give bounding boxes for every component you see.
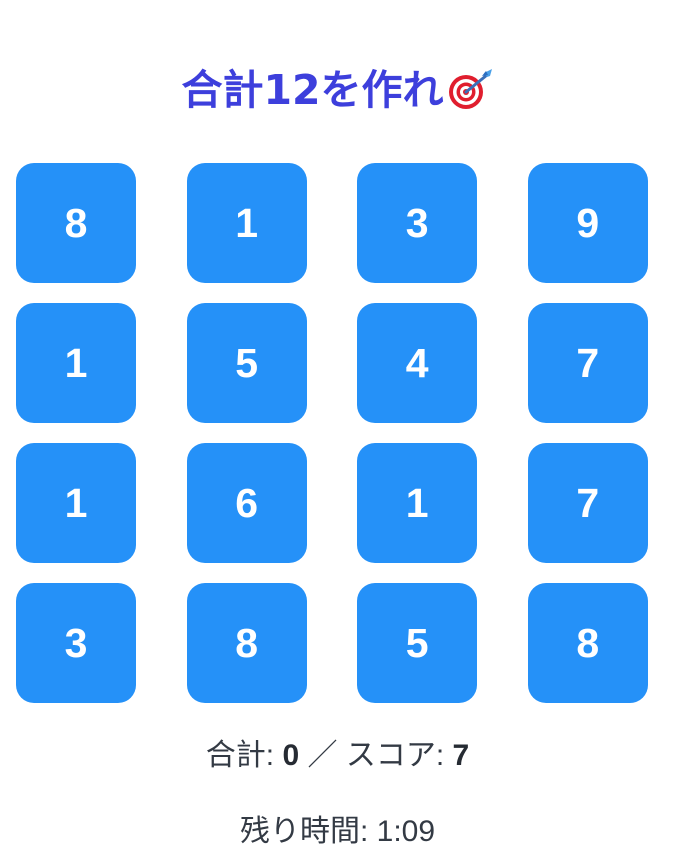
number-tile[interactable]: 1 <box>357 443 478 563</box>
game-title-text: 合計12を作れ <box>181 66 444 114</box>
score-status: 合計: 0 ／ スコア: 7 <box>0 730 675 774</box>
score-label: スコア: <box>345 739 453 772</box>
number-tile[interactable]: 7 <box>527 443 648 563</box>
number-tile[interactable]: 1 <box>16 443 136 563</box>
game-title: 合計12を作れ <box>0 56 675 116</box>
number-tile[interactable]: 4 <box>357 303 478 423</box>
time-remaining: 残り時間: 1:09 <box>0 806 675 850</box>
number-tile[interactable]: 5 <box>186 303 307 423</box>
status-separator: ／ <box>299 739 346 772</box>
sum-label: 合計: <box>205 739 283 772</box>
timer-value: 1:09 <box>376 815 436 848</box>
number-tile[interactable]: 7 <box>527 303 648 423</box>
direct-hit-target-icon <box>448 69 492 109</box>
number-tile[interactable]: 5 <box>357 583 478 703</box>
number-grid: 8 1 3 9 1 5 4 7 1 6 1 7 3 8 5 8 <box>16 163 648 703</box>
number-tile[interactable]: 1 <box>16 303 136 423</box>
number-tile[interactable]: 8 <box>186 583 307 703</box>
number-tile[interactable]: 9 <box>527 163 648 283</box>
timer-label: 残り時間: <box>239 815 377 848</box>
number-tile[interactable]: 8 <box>16 163 136 283</box>
sum-value: 0 <box>282 739 300 772</box>
number-tile[interactable]: 3 <box>357 163 478 283</box>
score-value: 7 <box>452 739 470 772</box>
number-tile[interactable]: 3 <box>16 583 136 703</box>
number-tile[interactable]: 6 <box>186 443 307 563</box>
number-tile[interactable]: 1 <box>186 163 307 283</box>
number-tile[interactable]: 8 <box>527 583 648 703</box>
